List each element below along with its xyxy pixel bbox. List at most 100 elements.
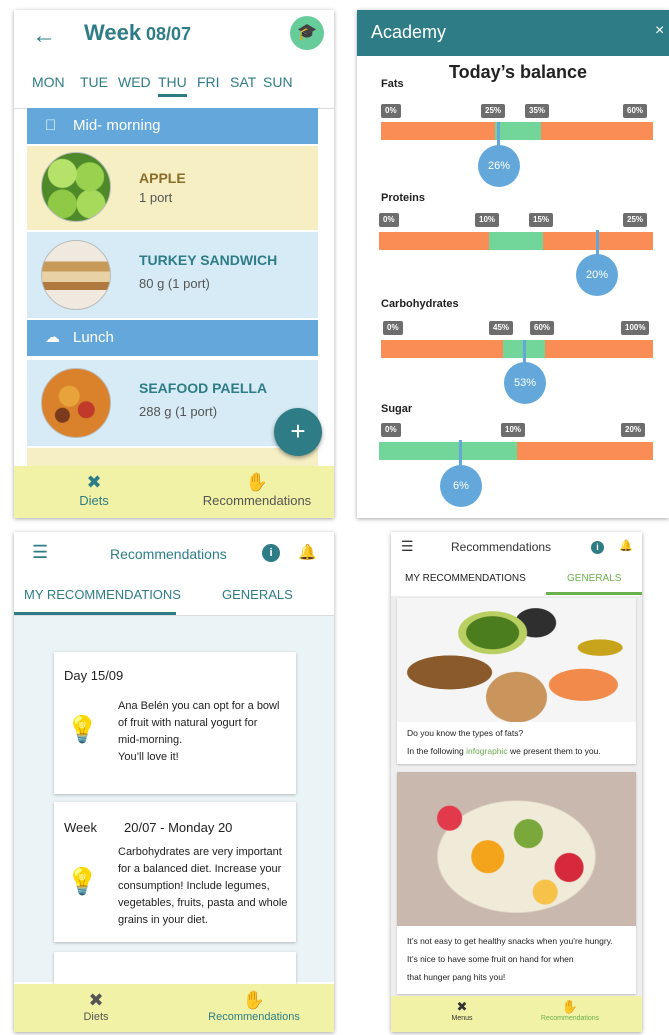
hand-icon: ✋ [561, 999, 579, 1014]
lightbulb-icon: 💡 [66, 866, 99, 896]
hamburger-menu-icon[interactable]: ☰ [32, 542, 48, 563]
info-icon[interactable]: i [262, 544, 280, 562]
paella-photo [41, 368, 111, 438]
bar-high-segment [517, 442, 653, 460]
infographic-link[interactable]: infographic [466, 746, 508, 756]
nav-recommendations[interactable]: ✋ Recommendations [527, 999, 613, 1022]
sugar-bar [379, 442, 653, 460]
nav-label: Recommendations [540, 1015, 600, 1022]
nav-diets[interactable]: ✖ Diets [70, 472, 118, 508]
article-card-fats[interactable]: Do you know the types of fats? In the fo… [397, 598, 636, 764]
tab-my-recommendations[interactable]: MY RECOMMENDATIONS [24, 587, 181, 602]
lightbulb-icon: 💡 [66, 714, 99, 744]
tab-generals[interactable]: GENERALS [567, 573, 621, 584]
tab-thu[interactable]: THU [158, 74, 187, 97]
bottom-nav: ✖ Diets ✋ Recommendations [14, 466, 334, 518]
card-line: vegetables, fruits, pasta and whole [118, 897, 288, 909]
bell-icon[interactable]: 🔔 [619, 539, 633, 552]
active-tab-indicator [546, 592, 642, 595]
section-label: Mid- morning [73, 117, 161, 134]
proteins-label: Proteins [381, 192, 426, 204]
fats-tick-0: 0% [381, 104, 401, 118]
week-date: 08/07 [146, 24, 192, 44]
nav-menus[interactable]: ✖ Menus [439, 999, 485, 1022]
card-line: for a balanced diet. Increase your [118, 863, 282, 875]
sugar-tick-10: 10% [501, 423, 526, 437]
fats-tick-60: 60% [623, 104, 648, 118]
tab-generals[interactable]: GENERALS [222, 587, 293, 602]
bar-low-segment [379, 232, 489, 250]
generals-header: ☰ Recommendations i 🔔 MY RECOMMENDATIONS… [391, 532, 642, 596]
fats-tick-25: 25% [481, 104, 506, 118]
balance-title: Today’s balance [449, 62, 588, 82]
bar-high-segment [545, 340, 653, 358]
card-line: Ana Belén you can opt for a bowl [118, 700, 280, 712]
bottom-nav: ✖ Diets ✋ Recommendations [14, 984, 334, 1032]
sandwich-photo [41, 240, 111, 310]
fork-knife-icon: ✖ [456, 999, 468, 1014]
recommendations-screen: ☰ Recommendations i 🔔 MY RECOMMENDATIONS… [14, 532, 334, 1032]
tab-mon[interactable]: MON [32, 74, 65, 90]
text-span: In the following [407, 746, 467, 756]
section-label: Lunch [73, 329, 114, 346]
nav-label: Diets [83, 1011, 109, 1023]
article-line: that hunger pang hits you! [407, 972, 506, 982]
section-lunch: ☁ Lunch [27, 320, 318, 356]
card-line: consumption! Include legumes, [118, 880, 270, 892]
carbs-tick-0: 0% [383, 321, 403, 335]
carbs-tick-100: 100% [621, 321, 650, 335]
academy-title: Academy [371, 22, 447, 42]
nav-diets[interactable]: ✖ Diets [68, 990, 124, 1023]
apple-icon:  [45, 108, 56, 144]
close-icon[interactable]: × [655, 22, 664, 40]
text-span: we present them to you. [507, 746, 601, 756]
article-card-snacks[interactable]: It’s not easy to get healthy snacks when… [397, 772, 636, 994]
section-mid-morning:  Mid- morning [27, 108, 318, 144]
card-line: grains in your diet. [118, 914, 208, 926]
tab-sat[interactable]: SAT [230, 74, 256, 90]
nav-recommendations[interactable]: ✋ Recommendations [192, 472, 322, 508]
article-line: In the following infographic we present … [407, 742, 633, 760]
article-line: It’s nice to have some fruit on hand for… [407, 954, 574, 964]
tab-fri[interactable]: FRI [197, 74, 220, 90]
nav-recommendations[interactable]: ✋ Recommendations [194, 990, 314, 1023]
tab-my-recommendations[interactable]: MY RECOMMENDATIONS [405, 573, 526, 584]
graduation-cap-icon[interactable]: 🎓 [290, 16, 324, 50]
recommendation-card[interactable]: Day 15/09 💡 Ana Belén you can opt for a … [54, 652, 296, 794]
page-title: Recommendations [110, 546, 227, 562]
fork-knife-icon: ✖ [88, 990, 104, 1010]
bar-ok-segment [379, 442, 517, 460]
active-tab-indicator [14, 612, 176, 615]
tab-wed[interactable]: WED [118, 74, 151, 90]
fruit-salad-photo [397, 772, 636, 926]
apple-photo [41, 152, 111, 222]
sugar-value-bubble: 6% [440, 465, 482, 507]
academy-screen: Academy × Today’s balance Fats 0% 25% 35… [357, 10, 669, 518]
hamburger-menu-icon[interactable]: ☰ [401, 538, 414, 555]
meal-item-turkey-sandwich[interactable]: TURKEY SANDWICH 80 g (1 port) [27, 232, 318, 318]
meal-name: APPLE [139, 170, 186, 186]
card-line: mid-morning. [118, 734, 183, 746]
meal-item-apple[interactable]: APPLE 1 port [27, 146, 318, 230]
bar-ok-segment [495, 122, 541, 140]
fats-photo [397, 598, 636, 722]
card-line: Carbohydrates are very important [118, 846, 282, 858]
add-button[interactable]: + [274, 408, 322, 456]
meal-quantity: 1 port [139, 190, 173, 205]
back-arrow-icon[interactable]: ← [32, 22, 56, 50]
bell-icon[interactable]: 🔔 [298, 543, 317, 561]
week-header: ← Week 08/07 🎓 MON TUE WED THU FRI SAT S… [14, 10, 334, 114]
bar-low-segment [381, 122, 495, 140]
proteins-value-bubble: 20% [576, 254, 618, 296]
tab-tue[interactable]: TUE [80, 74, 108, 90]
article-line: Do you know the types of fats? [407, 728, 524, 738]
tab-sun[interactable]: SUN [263, 74, 293, 90]
proteins-tick-10: 10% [475, 213, 500, 227]
meal-quantity: 288 g (1 port) [139, 404, 218, 419]
fats-tick-35: 35% [525, 104, 550, 118]
proteins-tick-25: 25% [623, 213, 648, 227]
sugar-tick-20: 20% [621, 423, 646, 437]
recommendation-card[interactable]: Week 20/07 - Monday 20 💡 Carbohydrates a… [54, 802, 296, 942]
info-icon[interactable]: i [591, 541, 604, 554]
carbohydrates-bar [381, 340, 653, 358]
